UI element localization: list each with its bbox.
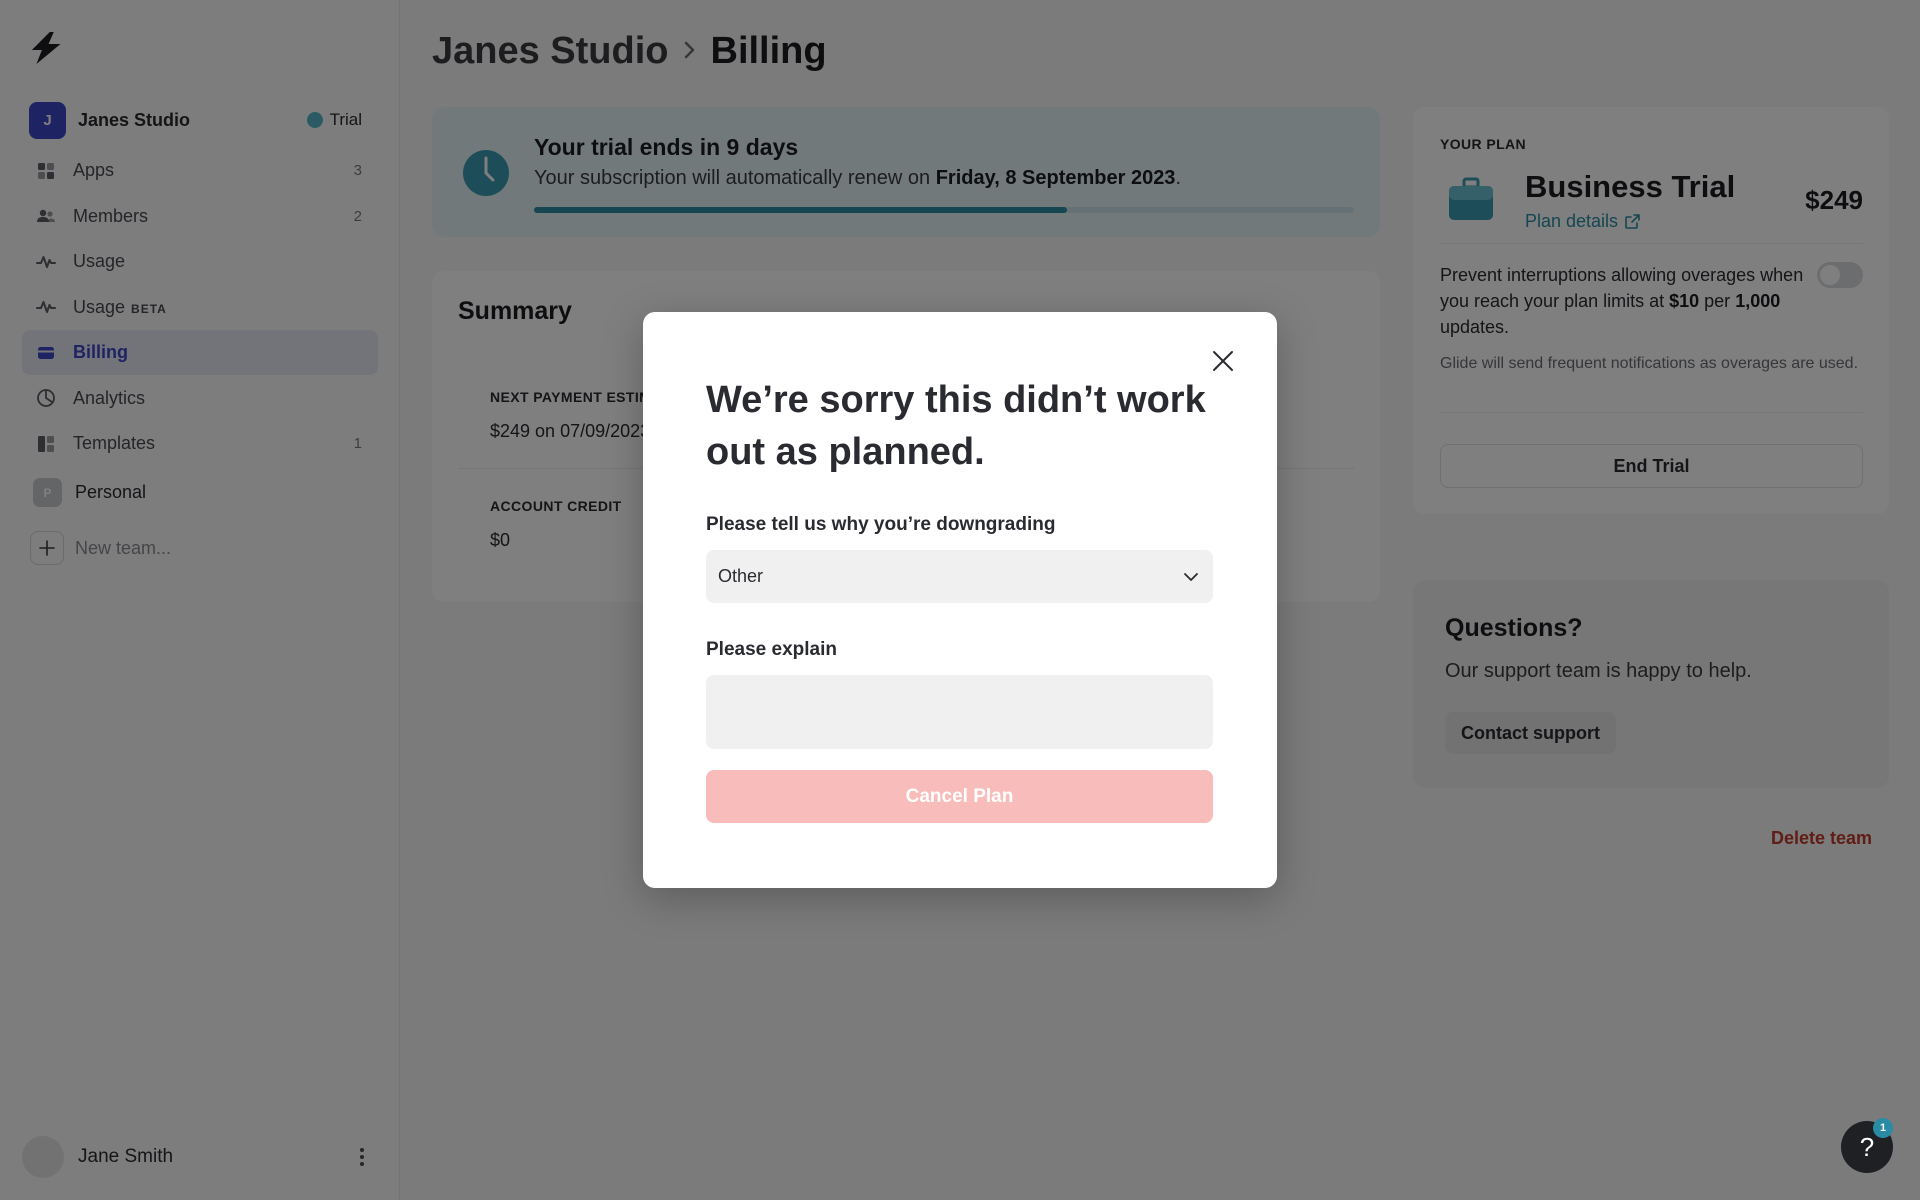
explain-label: Please explain	[706, 639, 837, 660]
explain-textarea[interactable]	[706, 675, 1213, 749]
help-icon: ?	[1859, 1131, 1875, 1162]
downgrade-modal: We’re sorry this didn’t work out as plan…	[643, 312, 1277, 888]
reason-select-value: Other	[718, 566, 764, 586]
notification-badge: 1	[1873, 1118, 1893, 1138]
close-icon[interactable]	[1209, 347, 1237, 375]
modal-title: We’re sorry this didn’t work out as plan…	[706, 379, 1206, 473]
cancel-plan-button[interactable]: Cancel Plan	[706, 770, 1213, 823]
reason-select[interactable]: Other	[706, 550, 1213, 603]
chevron-down-icon	[1184, 572, 1198, 581]
reason-label: Please tell us why you’re downgrading	[706, 514, 1056, 535]
